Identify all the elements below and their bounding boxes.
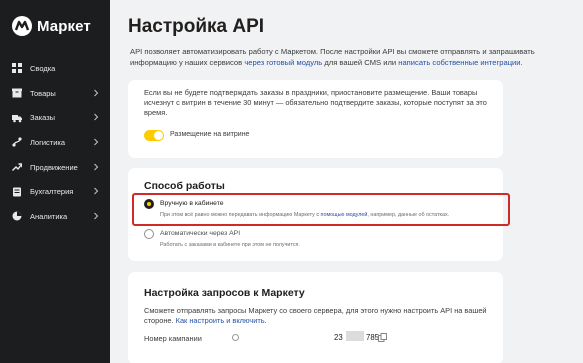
- chevron-right-icon: [94, 188, 99, 195]
- growth-icon: [12, 162, 22, 172]
- info-icon[interactable]: [232, 334, 239, 341]
- truck-icon: [12, 113, 22, 123]
- sidebar-item-analytics[interactable]: Аналитика: [0, 204, 110, 229]
- placement-toggle[interactable]: [144, 130, 164, 141]
- desc-part: При этом всё равно можно передавать инфо…: [160, 212, 317, 218]
- work-mode-title: Способ работы: [144, 180, 225, 192]
- requests-card: Настройка запросов к Маркету Сможете отп…: [128, 272, 503, 363]
- how-to-setup-link[interactable]: Как настроить и включить: [176, 316, 265, 325]
- chevron-right-icon: [94, 138, 99, 146]
- option-api-desc: Работать с заказами в кабинете при этом …: [160, 242, 300, 248]
- sidebar-item-label: Продвижение: [30, 162, 78, 172]
- sidebar-item-label: Товары: [30, 88, 56, 98]
- own-integrations-link[interactable]: написать собственные интеграции: [398, 58, 520, 67]
- toggle-knob: [154, 131, 163, 140]
- sidebar-item-label: Сводка: [30, 63, 56, 73]
- chart-icon: [12, 211, 22, 221]
- sidebar-item-label: Аналитика: [30, 211, 68, 221]
- ledger-icon: [12, 187, 22, 197]
- chevron-right-icon: [94, 163, 99, 171]
- radio-manual[interactable]: [144, 199, 154, 209]
- redacted-block: [346, 331, 364, 341]
- logo-text: Маркет: [37, 17, 91, 35]
- requests-description: Сможете отправлять запросы Маркету со св…: [144, 306, 494, 326]
- placement-card: Если вы не будете подтверждать заказы в …: [128, 80, 503, 158]
- modules-link[interactable]: с помощью модулей: [316, 212, 367, 218]
- sidebar-nav: Сводка Товары Заказы Логистика Продвижен…: [0, 56, 110, 229]
- option-manual-desc: При этом всё равно можно передавать инфо…: [160, 212, 449, 218]
- chevron-right-icon: [94, 89, 99, 97]
- main-content: Настройка API API позволяет автоматизиро…: [110, 0, 583, 363]
- radio-api[interactable]: [144, 229, 154, 239]
- market-logo-icon: [12, 16, 32, 36]
- sidebar-item-accounting[interactable]: Бухгалтерия: [0, 179, 110, 204]
- campaign-number-prefix: 23: [334, 333, 343, 342]
- page-title: Настройка API: [128, 16, 265, 37]
- sidebar-item-label: Бухгалтерия: [30, 187, 74, 197]
- sidebar-item-summary[interactable]: Сводка: [0, 56, 110, 81]
- sidebar-item-orders[interactable]: Заказы: [0, 105, 110, 130]
- option-api-label: Автоматически через API: [160, 230, 241, 237]
- logo[interactable]: Маркет: [12, 16, 91, 36]
- sidebar-item-label: Заказы: [30, 113, 56, 123]
- intro-text: API позволяет автоматизировать работу с …: [130, 47, 570, 68]
- intro-part: .: [520, 57, 523, 67]
- sidebar-item-logistics[interactable]: Логистика: [0, 130, 110, 155]
- sidebar-item-label: Логистика: [30, 137, 66, 147]
- holiday-notice: Если вы не будете подтверждать заказы в …: [144, 88, 487, 117]
- sidebar: Маркет Сводка Товары Заказы Логистика Пр…: [0, 0, 110, 363]
- route-icon: [12, 137, 22, 148]
- highlight-frame: [132, 193, 510, 226]
- box-icon: [12, 88, 22, 98]
- chevron-right-icon: [94, 113, 99, 121]
- requests-text-end: .: [264, 316, 267, 325]
- option-manual-label: Вручную в кабинете: [160, 200, 224, 207]
- intro-part: для вашей CMS или: [322, 57, 399, 67]
- squares-icon: [12, 63, 22, 74]
- placement-toggle-label: Размещение на витрине: [170, 131, 250, 138]
- desc-part: , например, данные об остатках.: [367, 212, 450, 218]
- campaign-number-label: Номер кампании: [144, 334, 202, 343]
- requests-title: Настройка запросов к Маркету: [144, 287, 305, 299]
- sidebar-item-promotion[interactable]: Продвижение: [0, 155, 110, 180]
- ready-module-link[interactable]: через готовый модуль: [244, 58, 322, 67]
- chevron-right-icon: [94, 212, 99, 220]
- copy-icon[interactable]: [378, 333, 387, 342]
- sidebar-item-products[interactable]: Товары: [0, 81, 110, 106]
